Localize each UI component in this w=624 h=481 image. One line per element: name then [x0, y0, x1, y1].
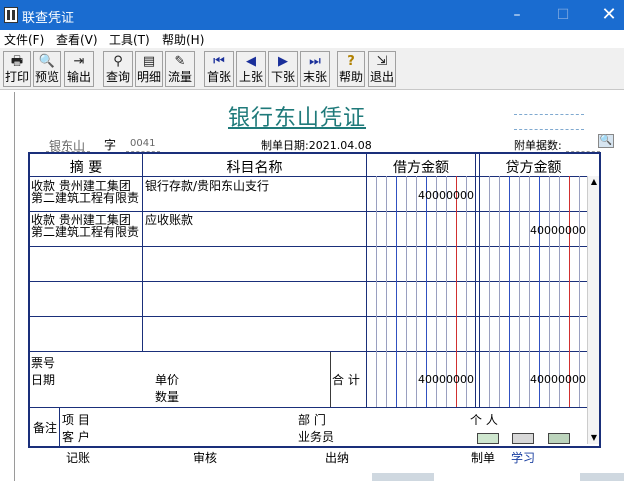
date-label: 日期 — [31, 373, 56, 387]
vertical-scrollbar[interactable]: ▲ ▼ — [587, 176, 599, 444]
next-button[interactable]: ▶ 下张 — [268, 51, 298, 87]
ticket-no-label: 票号 — [31, 356, 56, 370]
cashier-label: 出纳 — [325, 451, 350, 465]
customer-label: 客 户 — [62, 430, 90, 444]
col-divider — [475, 154, 476, 407]
header-credit: 贷方金额 — [505, 160, 562, 176]
exit-icon: ⇲ — [376, 54, 388, 69]
next-icon: ▶ — [278, 54, 288, 69]
menu-bar: 文件(F) 查看(V) 工具(T) 帮助(H) — [0, 30, 624, 48]
row-divider — [30, 407, 587, 408]
row-debit[interactable]: 40000000 — [418, 189, 474, 202]
maximize-button[interactable]: ☐ — [540, 0, 586, 30]
row-divider — [30, 316, 587, 317]
row-divider — [30, 211, 587, 212]
col-divider — [330, 352, 331, 407]
attachments-label: 附单据数: — [514, 139, 562, 152]
total-label: 合 计 — [332, 373, 360, 387]
menu-help[interactable]: 帮助(H) — [162, 31, 204, 48]
last-button[interactable]: ⏭ 末张 — [300, 51, 330, 87]
help-button[interactable]: ? 帮助 — [337, 51, 365, 87]
total-debit: 40000000 — [418, 373, 474, 386]
cashflow-button[interactable]: ✎ 流量 — [165, 51, 195, 87]
export-icon: ⇥ — [73, 54, 85, 69]
query-button[interactable]: ⚲ 查询 — [103, 51, 133, 87]
reviewer-label: 审核 — [193, 451, 218, 465]
remarks-label: 备注 — [33, 421, 58, 435]
edit-icon[interactable] — [548, 433, 570, 444]
toolbar: 🖶 打印 🔍 预览 ⇥ 输出 ⚲ 查询 ▤ 明细 ✎ 流量 ⏮ 首张 ◀ 上张 … — [0, 48, 624, 90]
bookkeeper-label: 记账 — [66, 451, 91, 465]
project-label: 项 目 — [62, 413, 90, 427]
card-icon[interactable] — [477, 433, 499, 444]
preparer-label: 制单 — [471, 451, 496, 465]
menu-tools[interactable]: 工具(T) — [109, 31, 150, 48]
scroll-down-icon[interactable]: ▼ — [588, 432, 600, 444]
voucher-date[interactable]: 制单日期:2021.04.08 — [261, 137, 372, 153]
background-window-fragment — [372, 473, 434, 481]
unit-price-label: 单价 — [155, 373, 180, 387]
minimize-button[interactable]: – — [494, 0, 540, 30]
menu-view[interactable]: 查看(V) — [56, 31, 98, 48]
preview-button[interactable]: 🔍 预览 — [33, 51, 61, 87]
background-window-fragment — [580, 473, 624, 481]
export-button[interactable]: ⇥ 输出 — [64, 51, 94, 87]
row-summary[interactable]: 收款 贵州建工集团 第二建筑工程有限责 — [31, 214, 139, 238]
voucher-number[interactable]: 0041 — [130, 138, 155, 149]
cashflow-icon: ✎ — [174, 54, 186, 69]
col-divider — [142, 154, 143, 351]
print-button[interactable]: 🖶 打印 — [3, 51, 31, 87]
individual-label: 个 人 — [470, 413, 498, 427]
preparer-name: 学习 — [511, 451, 536, 465]
detail-button[interactable]: ▤ 明细 — [135, 51, 163, 87]
row-account[interactable]: 应收账款 — [145, 214, 193, 226]
row-divider — [30, 246, 587, 247]
close-button[interactable]: ✕ — [586, 0, 624, 30]
window-title: 联查凭证 — [22, 11, 75, 26]
scroll-up-icon[interactable]: ▲ — [588, 176, 600, 188]
exit-button[interactable]: ⇲ 退出 — [368, 51, 396, 87]
header-debit: 借方金额 — [393, 160, 449, 176]
app-icon — [4, 7, 18, 23]
col-divider — [366, 154, 367, 407]
row-credit[interactable]: 40000000 — [530, 224, 586, 237]
quantity-label: 数量 — [155, 390, 180, 404]
voucher-title: 银行东山凭证 — [228, 106, 367, 131]
row-divider — [30, 351, 587, 352]
department-label: 部 门 — [298, 413, 326, 427]
help-icon: ? — [347, 54, 355, 69]
divider — [514, 114, 584, 115]
first-button[interactable]: ⏮ 首张 — [204, 51, 234, 87]
binoculars-icon: ⚲ — [113, 54, 123, 69]
col-divider — [59, 408, 60, 446]
last-icon: ⏭ — [309, 54, 321, 69]
header-account: 科目名称 — [226, 160, 283, 176]
row-account[interactable]: 银行存款/贵阳东山支行 — [145, 180, 269, 192]
magnifier-icon[interactable]: 🔍 — [598, 134, 614, 148]
salesperson-label: 业务员 — [298, 430, 335, 444]
printer-icon: 🖶 — [10, 54, 24, 69]
header-summary: 摘 要 — [69, 160, 103, 176]
prev-button[interactable]: ◀ 上张 — [236, 51, 266, 87]
title-bar: 联查凭证 – ☐ ✕ — [0, 0, 624, 30]
row-divider — [30, 281, 587, 282]
menu-file[interactable]: 文件(F) — [4, 31, 44, 48]
divider — [514, 129, 584, 130]
row-summary[interactable]: 收款 贵州建工集团 第二建筑工程有限责 — [31, 180, 139, 204]
first-icon: ⏮ — [213, 54, 225, 69]
prev-icon: ◀ — [246, 54, 256, 69]
camera-icon[interactable] — [512, 433, 534, 444]
detail-icon: ▤ — [142, 54, 156, 69]
total-credit: 40000000 — [530, 373, 586, 386]
col-divider — [479, 154, 480, 407]
preview-icon: 🔍 — [38, 54, 56, 69]
zi-label: 字 — [104, 138, 117, 152]
